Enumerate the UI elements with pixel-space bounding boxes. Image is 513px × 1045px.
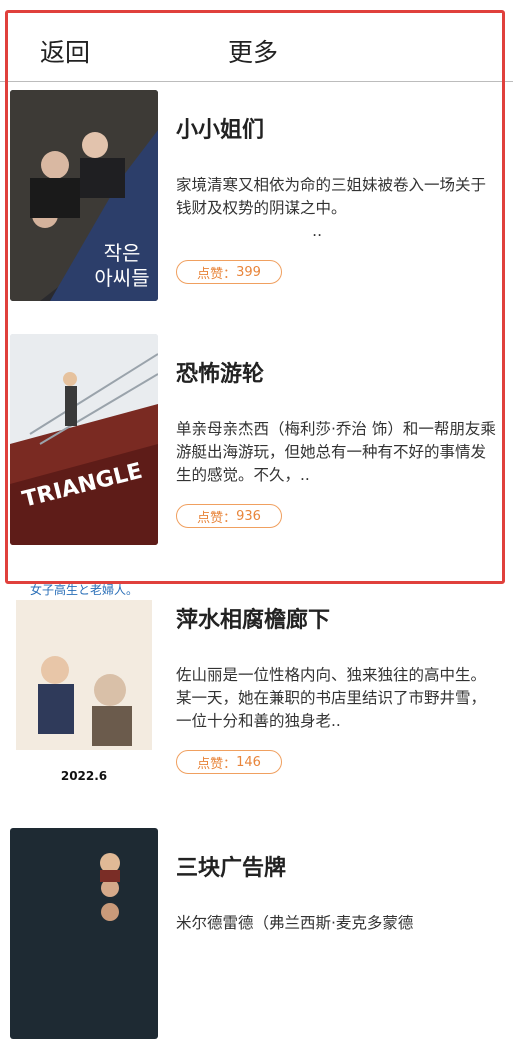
list-item[interactable]: 작은 아씨들 小小姐们 家境清寒又相依为命的三姐妹被卷入一场关于钱财及权势的阴谋… — [0, 82, 513, 307]
like-label: 点赞： — [197, 266, 237, 282]
back-button[interactable]: 返回 — [40, 33, 90, 69]
movie-description: 家境清寒又相依为命的三姐妹被卷入一场关于钱财及权势的阴谋之中。 .. — [176, 176, 487, 240]
movie-description: 单亲母亲杰西（梅利莎·乔治 饰）和一帮朋友乘游艇出海游玩，但她总有一种有不好的事… — [176, 420, 496, 484]
list-item[interactable]: TRIANGLE 恐怖游轮 单亲母亲杰西（梅利莎·乔治 饰）和一帮朋友乘游艇出海… — [0, 326, 513, 551]
svg-text:아씨들: 아씨들 — [94, 266, 149, 290]
movie-description: 米尔德雷德（弗兰西斯·麦克多蒙德 — [176, 914, 414, 932]
like-label: 点赞： — [197, 510, 237, 526]
movie-title: 恐怖游轮 — [176, 362, 265, 387]
like-badge[interactable]: 点赞： 399 — [176, 260, 282, 284]
movie-description: 佐山丽是一位性格内向、独来独往的高中生。某一天，她在兼职的书店里结识了市野井雪，… — [176, 666, 487, 730]
like-count: 936 — [236, 508, 261, 524]
list-item[interactable]: 三块广告牌 米尔德雷德（弗兰西斯·麦克多蒙德 — [0, 820, 513, 1045]
like-label: 点赞： — [197, 756, 237, 772]
movie-poster[interactable]: TRIANGLE — [10, 334, 158, 545]
movie-poster[interactable]: 작은 아씨들 — [10, 90, 158, 301]
svg-text:2022.6: 2022.6 — [61, 769, 107, 783]
movie-title: 萍水相腐檐廊下 — [176, 608, 331, 633]
like-count: 146 — [236, 754, 261, 770]
top-bar: 返回 更多 — [0, 0, 513, 82]
like-badge[interactable]: 点赞： 936 — [176, 504, 282, 528]
movie-poster[interactable] — [10, 828, 158, 1039]
svg-text:女子高生と老婦人。: 女子高生と老婦人。 — [30, 582, 138, 597]
movie-title: 三块广告牌 — [176, 856, 287, 881]
movie-title: 小小姐们 — [176, 118, 265, 143]
page-title: 更多 — [228, 38, 279, 67]
like-count: 399 — [236, 264, 261, 280]
list-item[interactable]: 女子高生と老婦人。 2022.6 萍水相腐檐廊下 佐山丽是一位性格内向、独来独往… — [0, 572, 513, 797]
movie-poster[interactable]: 女子高生と老婦人。 2022.6 — [10, 580, 158, 791]
like-badge[interactable]: 点赞： 146 — [176, 750, 282, 774]
svg-text:작은: 작은 — [104, 241, 141, 265]
